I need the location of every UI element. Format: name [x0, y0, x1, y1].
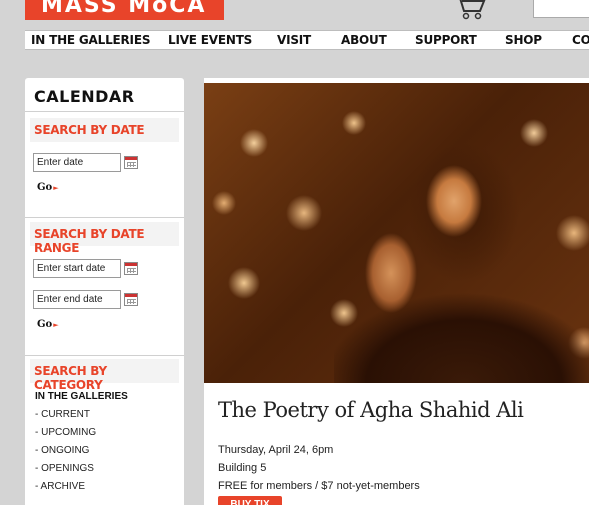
divider [25, 355, 184, 356]
event-title: The Poetry of Agha Shahid Ali [218, 398, 524, 422]
category-current[interactable]: - CURRENT [35, 409, 90, 420]
enter-start-date-input[interactable]: Enter start date [33, 259, 121, 278]
calendar-picker-icon[interactable] [124, 262, 138, 275]
go-button-date[interactable]: Go► [37, 182, 59, 193]
category-upcoming[interactable]: - UPCOMING [35, 427, 96, 438]
photo-hand-shape [364, 233, 419, 313]
event-detail: The Poetry of Agha Shahid Ali Thursday, … [204, 78, 589, 505]
event-photo [204, 83, 589, 383]
enter-end-date-input[interactable]: Enter end date [33, 290, 121, 309]
go-button-range[interactable]: Go► [37, 319, 59, 330]
mass-moca-logo[interactable]: MASS MoCA [25, 0, 224, 20]
category-archive[interactable]: - ARCHIVE [35, 481, 85, 492]
calendar-sidebar: CALENDAR SEARCH BY DATE Enter date Go► S… [25, 78, 184, 505]
nav-visit[interactable]: VISIT [277, 33, 311, 47]
event-location: Building 5 [218, 462, 267, 474]
event-price: FREE for members / $7 not-yet-members [218, 480, 420, 492]
category-group-in-the-galleries[interactable]: IN THE GALLERIES [35, 391, 128, 402]
search-by-date-label: SEARCH BY DATE [34, 123, 145, 137]
category-ongoing[interactable]: - ONGOING [35, 445, 89, 456]
search-by-date-heading: SEARCH BY DATE [30, 118, 179, 142]
calendar-title: CALENDAR [34, 87, 135, 106]
event-date: Thursday, April 24, 6pm [218, 444, 334, 456]
search-by-category-label: SEARCH BY CATEGORY [34, 364, 107, 392]
calendar-picker-icon[interactable] [124, 156, 138, 169]
shopping-cart-icon[interactable] [453, 0, 487, 20]
nav-shop[interactable]: SHOP [505, 33, 542, 47]
main-nav: IN THE GALLERIES LIVE EVENTS VISIT ABOUT… [25, 30, 589, 50]
nav-support[interactable]: SUPPORT [415, 33, 477, 47]
site-search-input[interactable] [533, 0, 589, 18]
buy-tickets-button[interactable]: BUY TIX [218, 496, 282, 505]
category-openings[interactable]: - OPENINGS [35, 463, 94, 474]
enter-date-input[interactable]: Enter date [33, 153, 121, 172]
search-by-range-label: SEARCH BY DATE RANGE [34, 227, 145, 255]
calendar-picker-icon[interactable] [124, 293, 138, 306]
divider [25, 111, 184, 112]
search-by-category-heading: SEARCH BY CATEGORY [30, 359, 179, 392]
nav-in-the-galleries[interactable]: IN THE GALLERIES [31, 33, 150, 47]
search-by-range-heading: SEARCH BY DATE RANGE [30, 222, 179, 255]
divider [25, 217, 184, 218]
nav-live-events[interactable]: LIVE EVENTS [168, 33, 252, 47]
nav-co[interactable]: CO [572, 33, 589, 47]
nav-about[interactable]: ABOUT [341, 33, 387, 47]
